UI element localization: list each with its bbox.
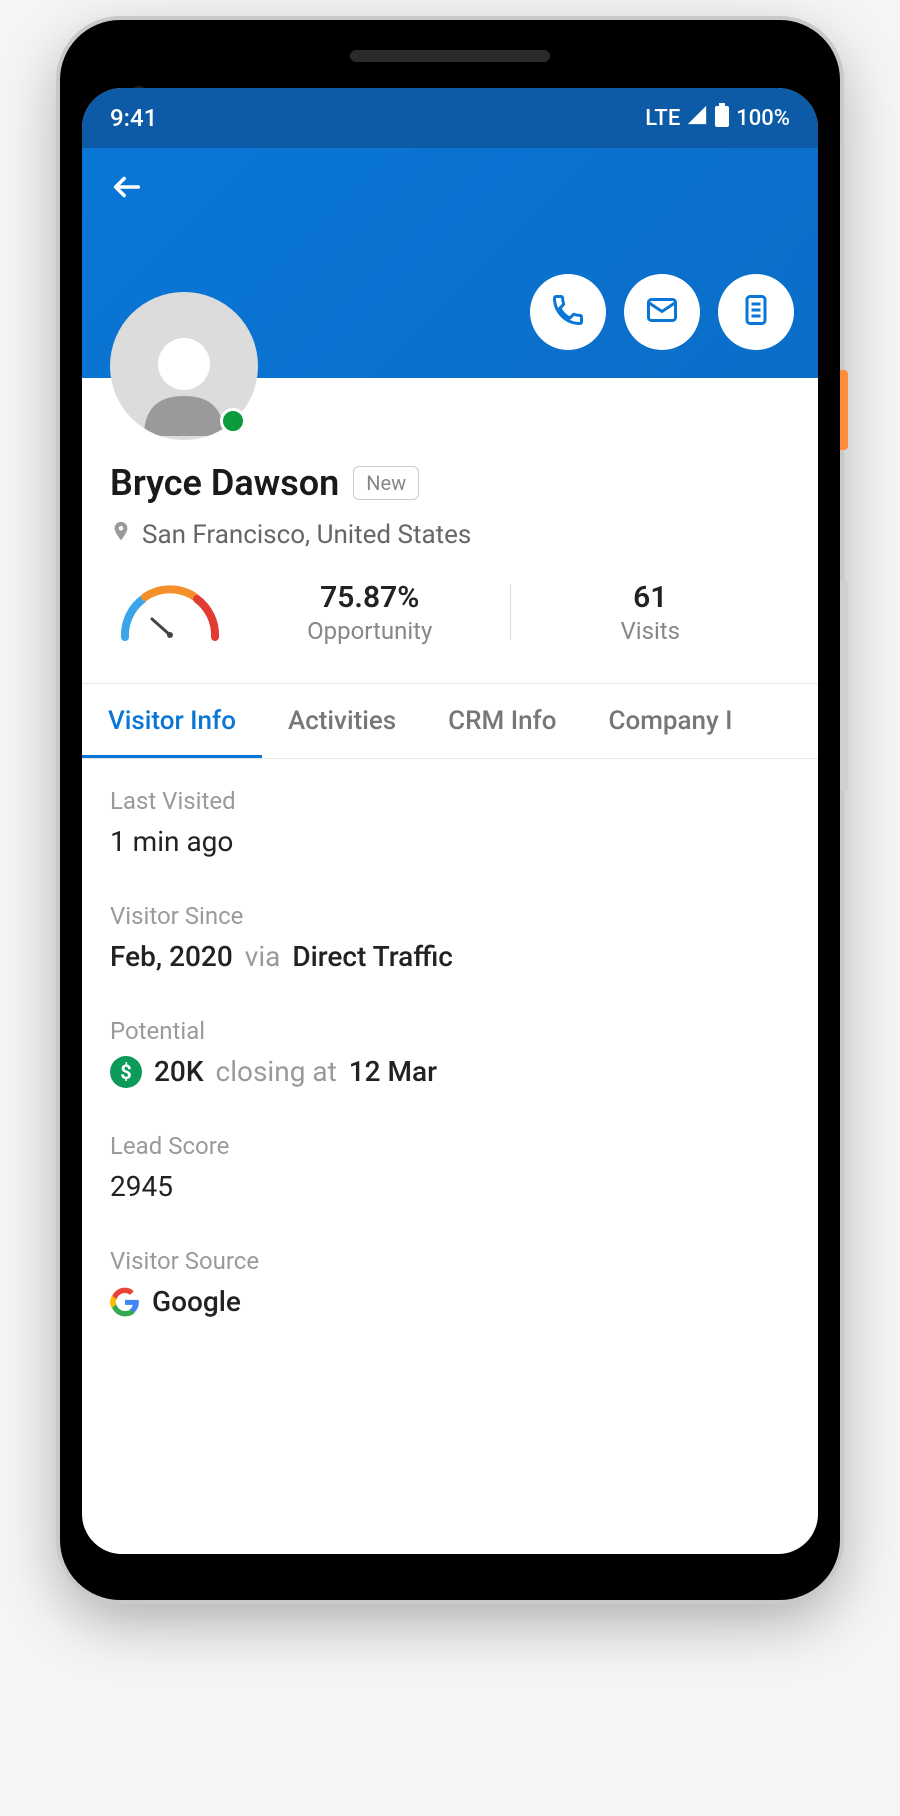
opportunity-label: Opportunity [230,617,510,645]
lead-score-value: 2945 [110,1170,790,1203]
potential-closing-word: closing at [216,1055,337,1088]
status-time: 9:41 [110,104,157,132]
tab-crm-info[interactable]: CRM Info [422,684,582,758]
screen: 9:41 LTE 100% [82,88,818,1554]
notes-button[interactable] [718,274,794,350]
phone-power-button [840,370,848,450]
info-visitor-source: Visitor Source Google [110,1225,790,1340]
info-visitor-since: Visitor Since Feb, 2020 via Direct Traff… [110,880,790,995]
visitor-source-value: Google [152,1285,241,1318]
profile-section: Bryce Dawson New San Francisco, United S… [82,378,818,675]
lead-score-label: Lead Score [110,1132,790,1160]
opportunity-metric: 75.87% Opportunity [230,580,510,645]
potential-amount: 20K [154,1055,204,1088]
tab-company[interactable]: Company I [582,684,758,758]
status-badge: New [353,466,419,500]
phone-speaker [350,50,550,62]
presence-indicator [220,408,246,434]
location-pin-icon [110,518,132,551]
dollar-icon: $ [110,1056,142,1088]
status-bar: 9:41 LTE 100% [82,88,818,148]
call-button[interactable] [530,274,606,350]
header-actions [530,274,794,350]
person-icon [134,326,234,440]
status-right: LTE 100% [645,103,790,133]
tab-activities[interactable]: Activities [262,684,422,758]
document-icon [738,292,774,332]
phone-volume-button [840,580,848,790]
visitor-source-label: Visitor Source [110,1247,790,1275]
visitor-info-list: Last Visited 1 min ago Visitor Since Feb… [82,759,818,1340]
visitor-since-date: Feb, 2020 [110,940,233,973]
phone-frame: 9:41 LTE 100% [60,20,840,1600]
back-button[interactable] [106,166,148,217]
tab-visitor-info[interactable]: Visitor Info [82,684,262,758]
metrics-row: 75.87% Opportunity 61 Visits [110,577,790,647]
status-battery: 100% [736,106,790,131]
info-lead-score: Lead Score 2945 [110,1110,790,1225]
last-visited-label: Last Visited [110,787,790,815]
visitor-since-source: Direct Traffic [292,940,453,973]
visitor-since-label: Visitor Since [110,902,790,930]
email-button[interactable] [624,274,700,350]
google-icon [110,1287,140,1317]
avatar[interactable] [110,292,258,440]
info-last-visited: Last Visited 1 min ago [110,765,790,880]
mail-icon [644,292,680,332]
visits-value: 61 [511,580,791,615]
phone-icon [550,292,586,332]
info-potential: Potential $ 20K closing at 12 Mar [110,995,790,1110]
visits-label: Visits [511,617,791,645]
potential-label: Potential [110,1017,790,1045]
status-network: LTE [645,106,680,131]
visitor-since-via: via [245,940,281,973]
last-visited-value: 1 min ago [110,825,790,858]
opportunity-value: 75.87% [230,580,510,615]
tabs: Visitor Info Activities CRM Info Company… [82,683,818,759]
contact-location: San Francisco, United States [142,520,471,550]
signal-icon [686,104,708,132]
potential-date: 12 Mar [349,1055,437,1088]
opportunity-gauge-icon [110,577,230,647]
contact-name: Bryce Dawson [110,462,339,504]
location-row: San Francisco, United States [110,518,790,551]
battery-icon [714,103,730,133]
visits-metric: 61 Visits [511,580,791,645]
